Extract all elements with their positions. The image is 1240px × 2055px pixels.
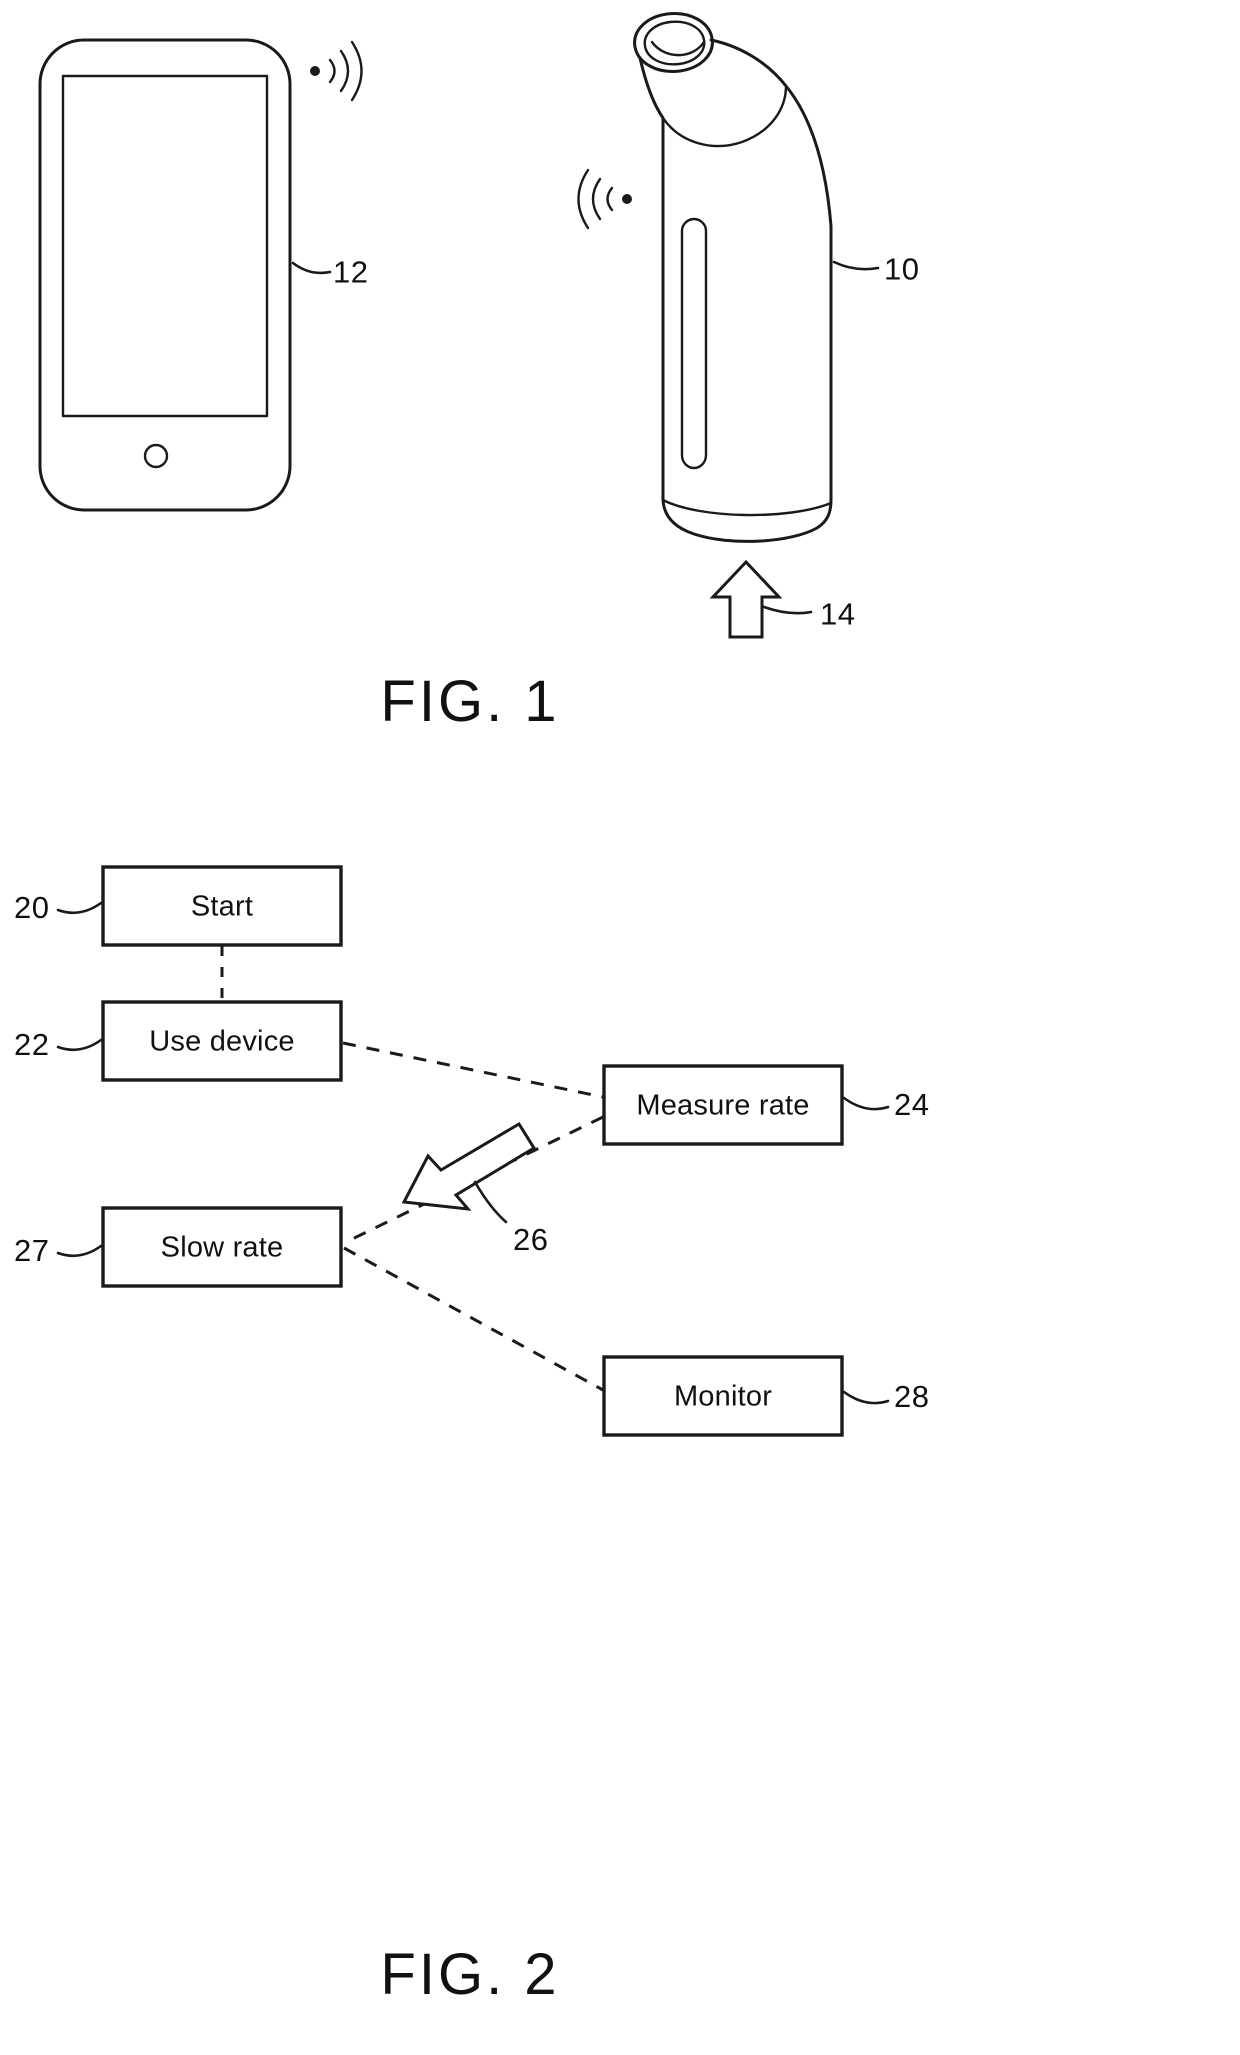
- reference-numeral-26: 26: [513, 1222, 549, 1257]
- flow-box-start-label: Start: [190, 890, 254, 923]
- reference-numeral-20: 20: [14, 890, 50, 925]
- leader-line-20: [56, 901, 103, 915]
- flow-box-slow-rate-label: Slow rate: [160, 1231, 284, 1264]
- wireless-signal-inhaler-icon: [577, 168, 632, 230]
- connector-slow-rate-to-monitor: [343, 1246, 604, 1392]
- home-button-icon: [143, 443, 169, 469]
- figure-1-group: [38, 12, 880, 639]
- reference-numeral-14: 14: [820, 596, 856, 632]
- leader-line-10: [832, 260, 880, 271]
- leader-line-26: [473, 1180, 508, 1224]
- reference-numeral-24: 24: [894, 1087, 930, 1122]
- flow-box-use-device-label: Use device: [149, 1025, 295, 1058]
- flow-box-measure-rate-label: Measure rate: [636, 1089, 810, 1122]
- mobile-device-body: [38, 38, 292, 512]
- figure-2-group: [56, 865, 890, 1437]
- inhaler-device-body: [633, 12, 833, 543]
- figure-1-caption: FIG. 1: [380, 669, 560, 734]
- flow-box-monitor-label: Monitor: [673, 1380, 773, 1413]
- leader-line-14: [762, 605, 813, 615]
- figure-2-caption: FIG. 2: [380, 1942, 560, 2007]
- leader-line-22: [56, 1038, 103, 1052]
- mobile-device-screen: [61, 74, 269, 418]
- leader-line-12: [291, 261, 332, 275]
- leader-line-28: [842, 1390, 890, 1405]
- feedback-arrow-icon: [401, 1121, 537, 1211]
- patent-drawing-sheet: 12 10 14 FIG. 1 20 22 24 27 28 26 Start …: [0, 0, 1240, 2055]
- wireless-signal-phone-icon: [310, 40, 363, 102]
- reference-numeral-22: 22: [14, 1027, 50, 1062]
- reference-numeral-12: 12: [333, 254, 369, 290]
- leader-line-27: [56, 1244, 103, 1258]
- reference-numeral-28: 28: [894, 1379, 930, 1414]
- airflow-arrow-icon: [709, 559, 783, 639]
- connector-use-device-to-measure-rate: [342, 1041, 604, 1099]
- reference-numeral-27: 27: [14, 1233, 50, 1268]
- leader-line-24: [842, 1096, 890, 1111]
- reference-numeral-10: 10: [884, 251, 920, 287]
